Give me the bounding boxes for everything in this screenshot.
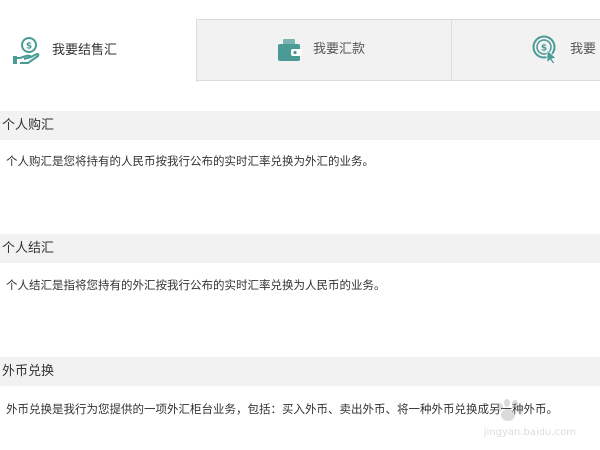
tab-label: 我要结售汇 bbox=[52, 42, 118, 58]
section-title-currency-exchange: 外币兑换 bbox=[0, 357, 600, 386]
section-body-currency-exchange: 外币兑换是我行为您提供的一项外汇柜台业务，包括：买入外币、卖出外币、将一种外币兑… bbox=[6, 402, 558, 416]
tab-exchange-settlement[interactable]: $ 我要结售汇 bbox=[0, 19, 197, 82]
tab-label: 我要 bbox=[570, 42, 597, 57]
section-title-purchase: 个人购汇 bbox=[0, 111, 600, 140]
tab-bar: $ 我要结售汇 我要汇款 $ 我要 bbox=[0, 19, 600, 82]
tab-remittance[interactable]: 我要汇款 bbox=[197, 19, 452, 81]
svg-text:$: $ bbox=[26, 41, 32, 51]
tab-label: 我要汇款 bbox=[313, 42, 366, 57]
section-body-purchase: 个人购汇是您将持有的人民币按我行公布的实时汇率兑换为外汇的业务。 bbox=[6, 154, 374, 168]
section-body-settlement: 个人结汇是指将您持有的外汇按我行公布的实时汇率兑换为人民币的业务。 bbox=[6, 278, 386, 292]
wallet-icon bbox=[277, 38, 303, 62]
svg-text:$: $ bbox=[541, 44, 547, 54]
section-title-settlement: 个人结汇 bbox=[0, 234, 600, 263]
watermark-text: jingyan.baidu.com bbox=[483, 427, 576, 438]
person-money-icon: $ bbox=[12, 36, 42, 66]
dollar-click-icon: $ bbox=[532, 35, 560, 65]
tab-third[interactable]: $ 我要 bbox=[452, 19, 600, 81]
